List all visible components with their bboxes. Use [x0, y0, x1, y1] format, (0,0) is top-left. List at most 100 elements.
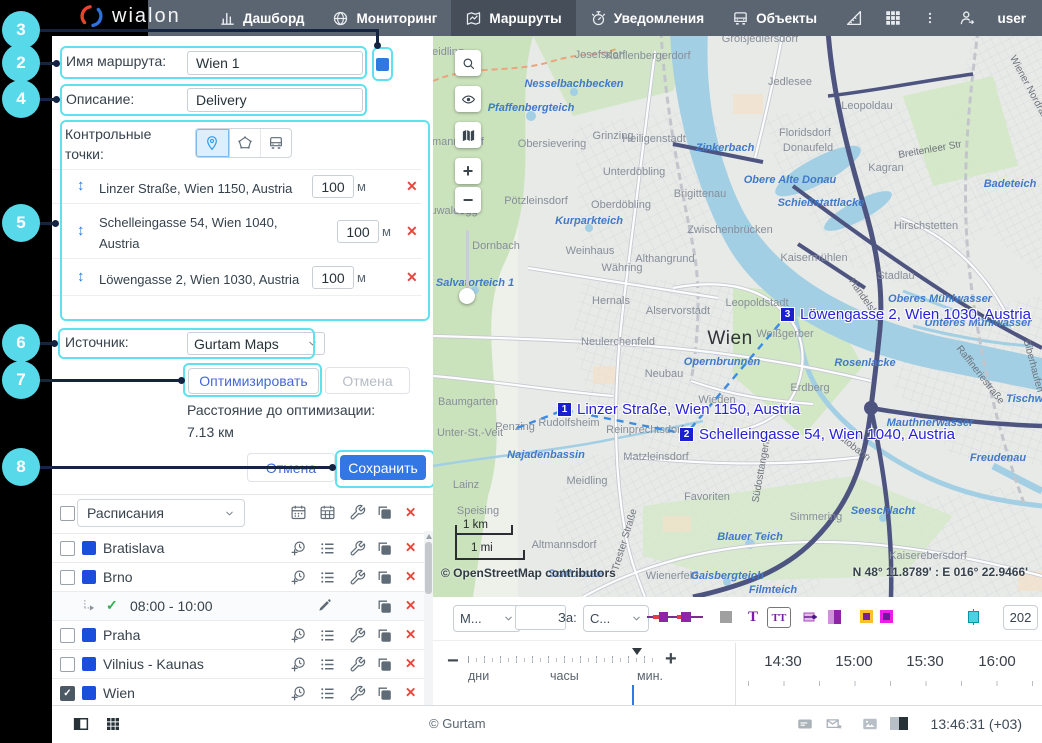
wialon-logo[interactable]: wialon [78, 3, 181, 29]
delete-icon[interactable]: ✕ [405, 656, 416, 672]
cancel-optimize-button[interactable]: Отмена [325, 367, 410, 394]
track-preview-icon[interactable] [647, 610, 703, 624]
mail-icon[interactable] [825, 715, 843, 733]
pencil-icon[interactable] [317, 598, 332, 613]
drawing-tools-icon[interactable] [845, 9, 863, 27]
delete-checkpoint-icon[interactable]: ✕ [406, 178, 418, 195]
wrench-icon[interactable] [349, 685, 366, 702]
wrench-icon[interactable] [349, 504, 366, 521]
route-row[interactable]: Vilnius - Kaunas ✕ [52, 649, 424, 679]
list-icon[interactable] [319, 656, 336, 673]
apps-grid-icon[interactable] [104, 715, 122, 733]
drag-handle-icon[interactable]: ↕ [77, 222, 85, 239]
row-checkbox-checked[interactable]: ✓ [60, 686, 75, 701]
route-row[interactable]: ✓ Wien ✕ [52, 678, 424, 705]
marker-settings-icon[interactable] [803, 610, 819, 624]
add-time-icon[interactable] [290, 627, 307, 644]
route-point-marker[interactable]: 2 [680, 428, 693, 441]
messages-icon[interactable] [796, 715, 814, 733]
optimize-button[interactable]: Оптимизировать [188, 368, 319, 394]
tool-polygon[interactable] [230, 129, 262, 157]
route-row[interactable]: Praha ✕ [52, 620, 424, 650]
annotation-tt-icon-selected[interactable]: ТТ [767, 607, 791, 628]
drag-handle-icon[interactable]: ↕ [77, 177, 85, 194]
media-icon[interactable] [861, 715, 879, 733]
row-checkbox[interactable] [60, 628, 75, 643]
map-layers-button[interactable] [455, 122, 481, 148]
route-row[interactable]: Bratislava ✕ [52, 533, 424, 563]
zoom-ruler-handle[interactable] [632, 648, 642, 655]
zoom-out-button[interactable]: − [455, 187, 481, 213]
wrench-icon[interactable] [349, 540, 366, 557]
delete-icon[interactable]: ✕ [405, 598, 416, 614]
annotation-t-icon[interactable]: Т [748, 609, 758, 626]
scrollbar-track[interactable] [424, 531, 433, 705]
description-input[interactable]: Delivery [187, 88, 363, 112]
copy-icon[interactable] [376, 504, 393, 521]
username[interactable]: user [997, 11, 1026, 26]
interval-select[interactable]: С... [583, 605, 649, 632]
timeline-zoom-out[interactable]: − [447, 650, 459, 673]
checkpoint-radius-input[interactable]: 100 [337, 220, 379, 243]
copy-icon[interactable] [376, 656, 393, 673]
source-select[interactable]: Gurtam Maps [187, 332, 325, 355]
schedule-sub-row[interactable]: ✓ 08:00 - 10:00 ✕ [52, 591, 424, 621]
tab-notifications[interactable]: Уведомления [576, 0, 718, 36]
route-row[interactable]: Brno ✕ [52, 562, 424, 592]
kebab-menu-icon[interactable] [923, 9, 937, 27]
delete-checkpoint-icon[interactable]: ✕ [406, 269, 418, 286]
row-checkbox[interactable] [60, 541, 75, 556]
row-checkbox[interactable] [60, 570, 75, 585]
yellow-marker-icon[interactable] [860, 610, 873, 623]
timeline-cursor[interactable] [632, 685, 634, 705]
add-time-icon[interactable] [290, 685, 307, 702]
route-point-marker[interactable]: 3 [781, 308, 794, 321]
calendar-grid-icon[interactable] [319, 504, 336, 521]
map-visibility-button[interactable] [455, 86, 481, 112]
map-canvas[interactable]: WienJosefsdorfKahlenbergerdorfJedleseeFl… [433, 36, 1042, 597]
magenta-marker-icon[interactable] [880, 610, 893, 623]
tool-vehicle[interactable] [261, 129, 291, 157]
delete-icon[interactable]: ✕ [405, 569, 416, 585]
add-time-icon[interactable] [290, 656, 307, 673]
cyan-marker-icon[interactable] [969, 609, 978, 625]
list-icon[interactable] [319, 569, 336, 586]
gray-square-icon[interactable] [720, 611, 732, 623]
route-color-button[interactable] [374, 49, 391, 79]
calendar-days-icon[interactable] [290, 504, 307, 521]
reports-icon[interactable] [890, 717, 908, 730]
map-search-button[interactable] [455, 50, 481, 76]
list-icon[interactable] [319, 685, 336, 702]
copy-icon[interactable] [376, 685, 393, 702]
purple-bar-icon[interactable] [828, 610, 841, 624]
list-icon[interactable] [319, 540, 336, 557]
messages-count[interactable]: 202 [1003, 605, 1038, 630]
scrollbar-thumb[interactable] [425, 542, 432, 594]
timeline-zoom-in[interactable]: + [665, 648, 677, 671]
schedules-dropdown[interactable]: Расписания [77, 499, 245, 527]
user-icon[interactable] [958, 9, 976, 27]
tool-location-pin[interactable] [196, 129, 230, 157]
tab-routes[interactable]: Маршруты [451, 0, 575, 36]
tab-units[interactable]: Объекты [718, 0, 831, 36]
wrench-icon[interactable] [349, 656, 366, 673]
panel-toggle-icon[interactable] [72, 715, 90, 733]
delete-checkpoint-icon[interactable]: ✕ [406, 223, 418, 240]
copy-icon[interactable] [376, 540, 393, 557]
wrench-icon[interactable] [349, 569, 366, 586]
time-ruler-ticks[interactable] [748, 681, 1033, 686]
scroll-up-arrow[interactable] [426, 534, 432, 539]
apps-grid-icon[interactable] [884, 9, 902, 27]
wrench-icon[interactable] [349, 627, 366, 644]
checkpoint-radius-input[interactable]: 100 [312, 266, 354, 289]
list-icon[interactable] [319, 627, 336, 644]
copy-icon[interactable] [376, 627, 393, 644]
drag-handle-icon[interactable]: ↕ [77, 268, 85, 285]
zoom-in-button[interactable]: + [455, 158, 481, 184]
route-point-marker[interactable]: 1 [558, 403, 571, 416]
add-time-icon[interactable] [290, 540, 307, 557]
delete-icon[interactable]: ✕ [405, 540, 416, 556]
row-checkbox[interactable] [60, 657, 75, 672]
delete-icon[interactable]: ✕ [405, 627, 416, 643]
delete-icon[interactable]: ✕ [405, 505, 416, 521]
